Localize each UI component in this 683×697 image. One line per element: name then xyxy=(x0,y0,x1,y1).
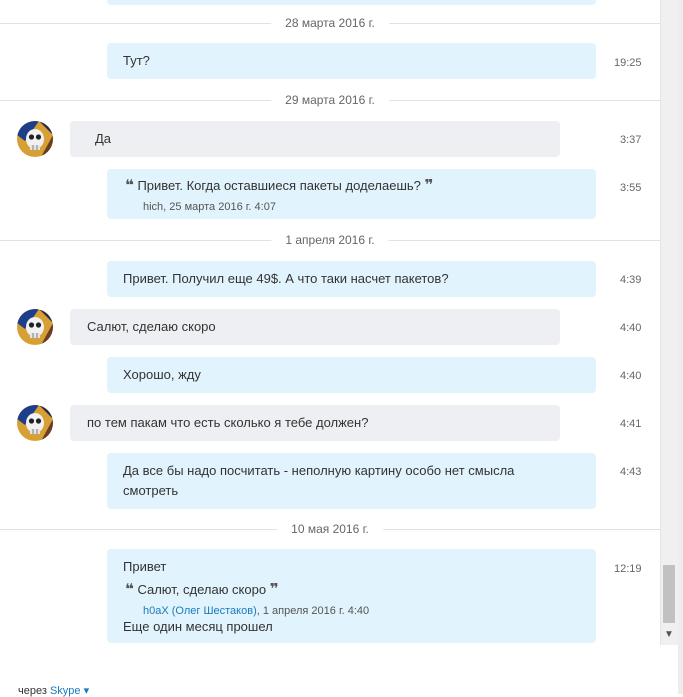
quote-text: Привет. Когда оставшиеся пакеты доделаеш… xyxy=(137,178,421,193)
message-text-line: смотреть xyxy=(123,483,179,498)
date-label: 1 апреля 2016 г. xyxy=(271,233,389,247)
date-label: 28 марта 2016 г. xyxy=(271,16,389,30)
vertical-scrollbar[interactable]: ▼ xyxy=(660,0,678,645)
message-time: 4:40 xyxy=(620,370,642,382)
message-text: Тут? xyxy=(123,53,150,68)
message-text: Привет xyxy=(123,559,167,574)
message-time: 4:39 xyxy=(620,274,642,286)
message-bubble-own[interactable]: Тут? xyxy=(107,43,596,79)
skull-avatar-icon xyxy=(17,309,53,345)
message-time: 12:19 xyxy=(614,563,642,575)
sent-via-footer: через Skype ▾ xyxy=(18,684,89,697)
date-label: 10 мая 2016 г. xyxy=(277,522,383,536)
quote-author-link[interactable]: h0aX (Олег Шестаков) xyxy=(143,605,257,617)
message-text: Салют, сделаю скоро xyxy=(87,319,216,334)
message-bubble-own[interactable]: Хорошо, жду xyxy=(107,357,596,393)
message-time: 4:41 xyxy=(620,418,642,430)
contact-avatar[interactable] xyxy=(17,121,53,157)
quoted-message: ❝ Привет. Когда оставшиеся пакеты додела… xyxy=(125,176,433,196)
message-bubble-contact[interactable]: Да xyxy=(70,121,560,157)
message-text-line: Да все бы надо посчитать - неполную карт… xyxy=(123,463,515,478)
date-label: 29 марта 2016 г. xyxy=(271,93,389,107)
message-bubble-contact[interactable]: Салют, сделаю скоро xyxy=(70,309,560,345)
contact-avatar[interactable] xyxy=(17,405,53,441)
message-bubble-own[interactable]: Да все бы надо посчитать - неполную карт… xyxy=(107,453,596,509)
quote-close-icon: ❞ xyxy=(269,581,279,598)
window-edge xyxy=(678,0,683,694)
message-time: 4:40 xyxy=(620,322,642,334)
message-text: Хорошо, жду xyxy=(123,367,201,382)
message-text: Да xyxy=(95,131,112,146)
message-bubble-own[interactable]: Привет. Получил еще 49$. А что таки насч… xyxy=(107,261,596,297)
previous-message-bubble xyxy=(107,0,596,5)
quote-open-icon: ❝ xyxy=(125,177,134,194)
quoted-message: ❝ Салют, сделаю скоро ❞ xyxy=(125,580,279,600)
quote-meta: hich, 25 марта 2016 г. 4:07 xyxy=(143,201,276,213)
message-time: 19:25 xyxy=(614,57,642,69)
scrollbar-thumb[interactable] xyxy=(663,565,675,623)
chat-history: 28 марта 2016 г. Тут? 19:25 29 марта 201… xyxy=(0,0,660,697)
quote-text: Салют, сделаю скоро xyxy=(137,582,267,597)
message-time: 3:37 xyxy=(620,134,642,146)
message-text: Еще один месяц прошел xyxy=(123,619,273,634)
scroll-down-arrow-icon[interactable]: ▼ xyxy=(664,630,674,640)
quote-open-icon: ❝ xyxy=(125,581,134,598)
skull-avatar-icon xyxy=(17,405,53,441)
message-bubble-own[interactable]: Привет ❝ Салют, сделаю скоро ❞ h0aX (Оле… xyxy=(107,549,596,643)
contact-avatar[interactable] xyxy=(17,309,53,345)
via-label: через xyxy=(18,685,47,697)
message-bubble-contact[interactable]: по тем пакам что есть сколько я тебе дол… xyxy=(70,405,560,441)
message-text: по тем пакам что есть сколько я тебе дол… xyxy=(87,415,369,430)
skull-avatar-icon xyxy=(17,121,53,157)
message-time: 3:55 xyxy=(620,182,642,194)
quote-date: , 1 апреля 2016 г. 4:40 xyxy=(256,605,370,617)
message-bubble-own[interactable]: ❝ Привет. Когда оставшиеся пакеты додела… xyxy=(107,169,596,219)
via-dropdown-caret-icon[interactable]: ▾ xyxy=(84,685,90,697)
message-time: 4:43 xyxy=(620,466,642,478)
via-skype-link[interactable]: Skype xyxy=(50,685,81,697)
quote-close-icon: ❞ xyxy=(424,177,434,194)
message-text: Привет. Получил еще 49$. А что таки насч… xyxy=(123,271,449,286)
